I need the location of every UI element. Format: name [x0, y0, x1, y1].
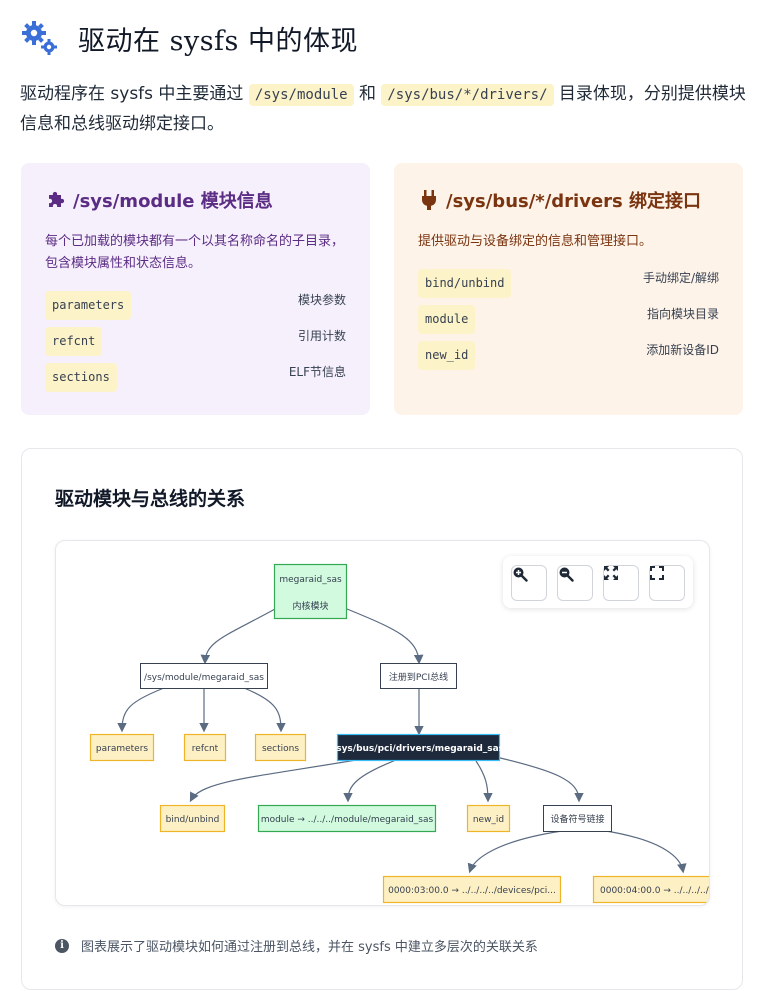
module-row-label: 模块参数 — [297, 293, 346, 307]
diagram-card: 驱动模块与总线的关系 megaraid_sas 内核模块 /sys/module… — [21, 448, 743, 990]
node-label: 0000:04:00.0 → ../../../../devices/pci..… — [600, 886, 710, 896]
module-row-label: ELF节信息 — [288, 365, 346, 379]
module-row-code: sections — [45, 363, 117, 392]
intro-text-2: 和 — [353, 84, 382, 104]
node-device-links: 设备符号链接 — [543, 805, 612, 832]
node-label: bind/unbind — [166, 815, 220, 825]
module-row-code: refcnt — [45, 327, 103, 356]
drivers-card-title: /sys/bus/*/drivers 绑定接口 — [418, 185, 719, 215]
zoom-in-icon — [513, 567, 528, 582]
node-label: 0000:03:00.0 → ../../../../devices/pci..… — [388, 886, 556, 896]
info-icon: i — [55, 938, 69, 953]
node-parameters: parameters — [89, 733, 155, 762]
node-label: sections — [262, 744, 299, 754]
node-label: new_id — [473, 815, 504, 825]
diagram-canvas[interactable]: megaraid_sas 内核模块 /sys/module/megaraid_s… — [55, 540, 710, 906]
page-title: 驱动在 sysfs 中的体现 — [78, 25, 358, 57]
diagram-caption: i 图表展示了驱动模块如何通过注册到总线，并在 sysfs 中建立多层次的关联关… — [55, 936, 538, 955]
node-label: 注册到PCI总线 — [389, 671, 448, 683]
node-device-1: 0000:03:00.0 → ../../../../devices/pci..… — [382, 875, 562, 904]
node-label: module → ../../../module/megaraid_sas — [261, 815, 434, 825]
fullscreen-icon — [650, 566, 664, 580]
drivers-row-code: bind/unbind — [418, 269, 512, 298]
intro-text-1: 驱动程序在 sysfs 中主要通过 — [20, 84, 249, 104]
page-header: 驱动在 sysfs 中的体现 — [20, 18, 358, 58]
node-megaraid-root: megaraid_sas 内核模块 — [273, 563, 348, 620]
node-label: megaraid_sas — [279, 575, 342, 585]
fit-icon — [604, 566, 618, 580]
caption-text: 图表展示了驱动模块如何通过注册到总线，并在 sysfs 中建立多层次的关联关系 — [81, 940, 538, 955]
zoom-in-button[interactable] — [511, 565, 547, 601]
node-label: 设备符号链接 — [550, 813, 604, 825]
node-sys-module: /sys/module/megaraid_sas — [140, 663, 268, 689]
intro-paragraph: 驱动程序在 sysfs 中主要通过 /sys/module 和 /sys/bus… — [20, 80, 755, 139]
node-label: /sys/bus/pci/drivers/megaraid_sas — [333, 744, 504, 754]
drivers-card-desc: 提供驱动与设备绑定的信息和管理接口。 — [418, 234, 653, 249]
module-info-card: /sys/module 模块信息 每个已加载的模块都有一个以其名称命名的子目录，… — [21, 163, 370, 415]
fullscreen-button[interactable] — [649, 565, 685, 601]
node-device-2: 0000:04:00.0 → ../../../../devices/pci..… — [592, 875, 710, 904]
zoom-out-icon — [559, 567, 574, 582]
puzzle-icon — [45, 189, 67, 211]
node-refcnt: refcnt — [183, 733, 227, 762]
module-row-sections: sections ELF节信息 — [45, 363, 346, 393]
drivers-row-label: 添加新设备ID — [646, 343, 719, 357]
node-label: /sys/module/megaraid_sas — [144, 673, 264, 683]
drivers-row-label: 指向模块目录 — [646, 307, 719, 321]
drivers-row-module: module 指向模块目录 — [418, 305, 719, 335]
drivers-row-code: new_id — [418, 341, 476, 370]
diagram-title: 驱动模块与总线的关系 — [55, 488, 246, 510]
module-card-title-text: /sys/module 模块信息 — [73, 191, 273, 212]
zoom-controls — [503, 556, 693, 608]
drivers-interface-card: /sys/bus/*/drivers 绑定接口 提供驱动与设备绑定的信息和管理接… — [394, 163, 743, 415]
module-row-refcnt: refcnt 引用计数 — [45, 327, 346, 357]
drivers-card-title-text: /sys/bus/*/drivers 绑定接口 — [446, 191, 702, 212]
drivers-row-code: module — [418, 305, 476, 334]
drivers-row-bind: bind/unbind 手动绑定/解绑 — [418, 269, 719, 299]
intro-code-module: /sys/module — [248, 84, 354, 106]
node-label: refcnt — [192, 744, 219, 754]
fit-view-button[interactable] — [603, 565, 639, 601]
node-bind-unbind: bind/unbind — [159, 804, 226, 833]
drivers-row-newid: new_id 添加新设备ID — [418, 341, 719, 371]
module-row-code: parameters — [45, 291, 132, 320]
node-sections: sections — [254, 733, 307, 762]
drivers-row-label: 手动绑定/解绑 — [642, 271, 719, 285]
node-label: parameters — [96, 744, 149, 754]
node-register-pci: 注册到PCI总线 — [380, 663, 457, 689]
node-driver-dir: /sys/bus/pci/drivers/megaraid_sas — [333, 733, 504, 762]
module-row-parameters: parameters 模块参数 — [45, 291, 346, 321]
intro-code-drivers: /sys/bus/*/drivers/ — [381, 84, 554, 106]
module-card-desc: 每个已加载的模块都有一个以其名称命名的子目录，包含模块属性和状态信息。 — [45, 234, 345, 271]
module-card-title: /sys/module 模块信息 — [45, 185, 346, 215]
node-new-id: new_id — [466, 804, 511, 833]
module-row-label: 引用计数 — [297, 329, 346, 343]
gears-icon — [20, 18, 60, 58]
node-module-link: module → ../../../module/megaraid_sas — [257, 804, 437, 833]
zoom-out-button[interactable] — [557, 565, 593, 601]
plug-icon — [418, 189, 440, 211]
node-label: 内核模块 — [292, 600, 328, 612]
